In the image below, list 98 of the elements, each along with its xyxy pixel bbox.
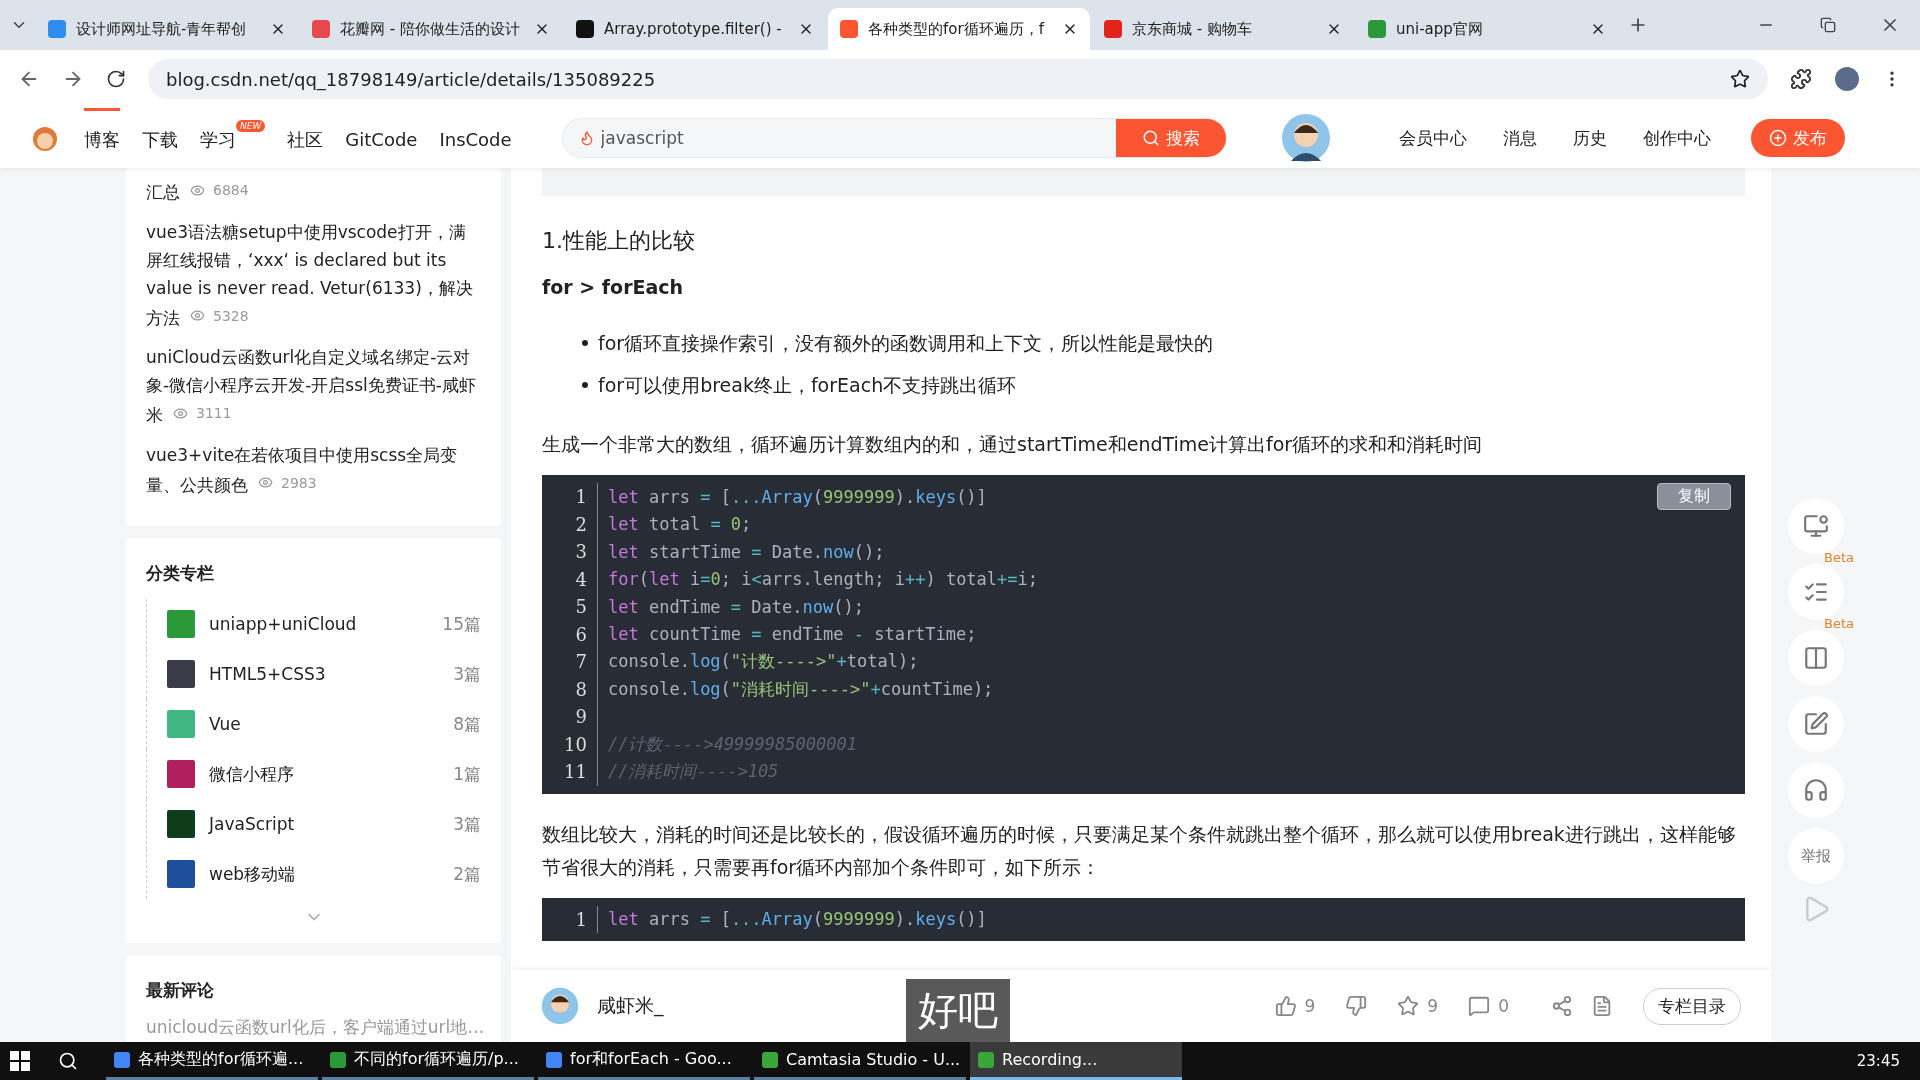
line-number: 1	[542, 483, 598, 511]
article-link[interactable]: vue3+vite在若依项目中使用scss全局变量、公共颜色 2983	[146, 440, 481, 498]
nav-link[interactable]: 下载	[142, 107, 178, 169]
nav-link[interactable]: InsCode	[439, 109, 512, 167]
nav-link[interactable]: 社区	[287, 107, 324, 169]
search-icon[interactable]	[58, 1051, 78, 1071]
browser-tab[interactable]: 花瓣网 - 陪你做生活的设计	[300, 8, 562, 50]
extensions-icon[interactable]	[1790, 68, 1812, 90]
eye-icon	[190, 308, 205, 323]
header-link[interactable]: 创作中心	[1642, 126, 1711, 150]
code-line: let arrs = [...Array(9999999).keys()]	[607, 486, 987, 507]
new-badge: NEW	[236, 120, 266, 132]
code-line: let countTime = endTime - startTime;	[607, 624, 977, 645]
dislike-button[interactable]	[1345, 995, 1368, 1017]
avatar[interactable]	[1280, 113, 1331, 163]
code-line: //计数---->49999985000001	[607, 732, 857, 756]
code-line: for(let i=0; i<arrs.length; i++) total+=i;	[607, 569, 1039, 590]
author-avatar[interactable]	[541, 987, 579, 1025]
nav-link[interactable]: 博客	[84, 107, 120, 169]
line-number: 7	[542, 648, 598, 676]
address-bar[interactable]: blog.csdn.net/qq_18798149/article/details/135089225	[148, 59, 1768, 99]
catalog-button[interactable]: 专栏目录	[1643, 987, 1741, 1025]
pdf-icon[interactable]	[1591, 995, 1613, 1017]
line-number: 3	[542, 538, 598, 566]
browser-tab[interactable]: Array.prototype.filter() -	[564, 8, 826, 50]
float-tool-button[interactable]: 举报	[1788, 828, 1844, 884]
taskbar-app[interactable]: 各种类型的for循环遍...	[106, 1042, 318, 1080]
code-line: console.log("消耗时间---->"+countTime);	[607, 677, 994, 701]
browser-tab[interactable]: 京东商城 - 购物车	[1092, 8, 1354, 50]
code-line: let endTime = Date.now();	[607, 596, 864, 617]
bullet-text: for可以使用break终止，forEach不支持跳出循环	[598, 373, 1017, 398]
line-number: 8	[542, 675, 598, 703]
line-number: 11	[542, 758, 598, 786]
author-name[interactable]: 咸虾米_	[597, 993, 664, 1019]
column-item[interactable]: uniapp+uniCloud 15篇	[146, 599, 481, 649]
paragraph: 生成一个非常大的数组，循环遍历计算数组内的和，通过startTime和endTime计算出for循环的求和和消耗时间	[542, 432, 1484, 457]
browser-tab[interactable]: 设计师网址导航-青年帮创	[36, 8, 298, 50]
article-link[interactable]: uniCloud云函数url化自定义域名绑定-云对象-微信小程序云开发-开启ssl免费证书-咸虾米 3111	[146, 343, 481, 429]
url-text: blog.csdn.net/qq_18798149/article/details/135089225	[166, 68, 657, 90]
header-link[interactable]: 会员中心	[1398, 126, 1467, 150]
line-number: 1	[542, 905, 598, 933]
video-caption: 好吧	[906, 979, 1010, 1042]
paragraph: 数组比较大，消耗的时间还是比较长的，假设循环遍历的时候，只要满足某个条件就跳出整个循环，那么就可以使用break进行跳出，这样能够节省很大的消耗，只需要再for循环内部加个条件即可，如下所示：	[542, 821, 1737, 880]
headset-icon	[1803, 777, 1829, 803]
search-icon	[1141, 129, 1160, 147]
browser-tab[interactable]: uni-app官网	[1356, 8, 1618, 50]
line-number: 10	[542, 730, 598, 758]
card-title: 分类专栏	[146, 562, 215, 585]
line-number: 9	[542, 703, 598, 731]
bullet-icon	[582, 382, 588, 388]
code-line: //消耗时间---->105	[607, 760, 779, 784]
taskbar-app[interactable]: Camtasia Studio - U...	[754, 1042, 966, 1080]
header-link[interactable]: 消息	[1502, 126, 1537, 150]
code-line: let arrs = [...Array(9999999).keys()]	[607, 909, 987, 930]
eye-icon	[173, 405, 188, 421]
eye-icon	[190, 182, 205, 198]
edit-icon	[1803, 711, 1829, 737]
line-number: 6	[542, 620, 598, 648]
code-line: let startTime = Date.now();	[607, 541, 885, 562]
header-link[interactable]: 历史	[1572, 126, 1607, 150]
line-number: 4	[542, 565, 598, 593]
line-number: 2	[542, 510, 598, 538]
column-item[interactable]: 微信小程序 1篇	[146, 749, 481, 799]
card-title: 最新评论	[146, 979, 215, 1002]
reload-icon[interactable]	[106, 69, 126, 89]
taskbar-app[interactable]: 不同的for循环遍历/p...	[322, 1042, 534, 1080]
nav-link[interactable]: GitCode	[345, 109, 418, 167]
line-number: 5	[542, 593, 598, 621]
beta-label: Beta	[1824, 550, 1854, 565]
share-icon[interactable]	[1551, 995, 1573, 1017]
article-link[interactable]: vue3语法糖setup中使用vscode打开，满屏红线报错，‘xxx‘ is declared but its value is never read. Vetur(6133)，解决方法 5328	[146, 217, 481, 331]
section-heading: 1.性能上的比较	[542, 227, 696, 255]
eye-icon	[258, 475, 273, 490]
article-link[interactable]: 汇总 6884	[146, 176, 481, 206]
beta-label: Beta	[1824, 616, 1854, 631]
report-label: 举报	[1801, 846, 1831, 866]
column-item[interactable]: web移动端 2篇	[146, 849, 481, 899]
code-line: console.log("计数---->"+total);	[607, 650, 919, 674]
bullet-text: for循环直接操作索引，没有额外的函数调用和上下文，所以性能是最快的	[598, 331, 1214, 356]
column-item[interactable]: Vue 8篇	[146, 699, 481, 749]
clock: 23:45	[1856, 1052, 1900, 1070]
browser-tab[interactable]: 各种类型的for循环遍历，f	[828, 8, 1090, 50]
taskbar-app[interactable]: for和forEach - Goo...	[538, 1042, 750, 1080]
taskbar-app[interactable]: Recording...	[970, 1042, 1182, 1080]
nav-link[interactable]: 学习	[200, 107, 236, 169]
code-line: let total = 0;	[607, 514, 752, 535]
plus-icon	[1768, 129, 1787, 147]
subheading: for > forEach	[542, 276, 685, 298]
windows-start-icon[interactable]	[10, 1051, 30, 1071]
monitor-chart-icon	[1803, 513, 1829, 539]
column-item[interactable]: HTML5+CSS3 3篇	[146, 649, 481, 699]
column-item[interactable]: JavaScript 3篇	[146, 799, 481, 849]
favorite-button[interactable]: 9	[1397, 995, 1439, 1017]
split-panel-icon	[1803, 645, 1829, 671]
bookmark-star-icon[interactable]	[1730, 69, 1750, 89]
comment-button[interactable]: 0	[1468, 995, 1509, 1017]
profile-avatar-icon[interactable]	[1834, 66, 1860, 92]
bullet-icon	[582, 340, 588, 346]
